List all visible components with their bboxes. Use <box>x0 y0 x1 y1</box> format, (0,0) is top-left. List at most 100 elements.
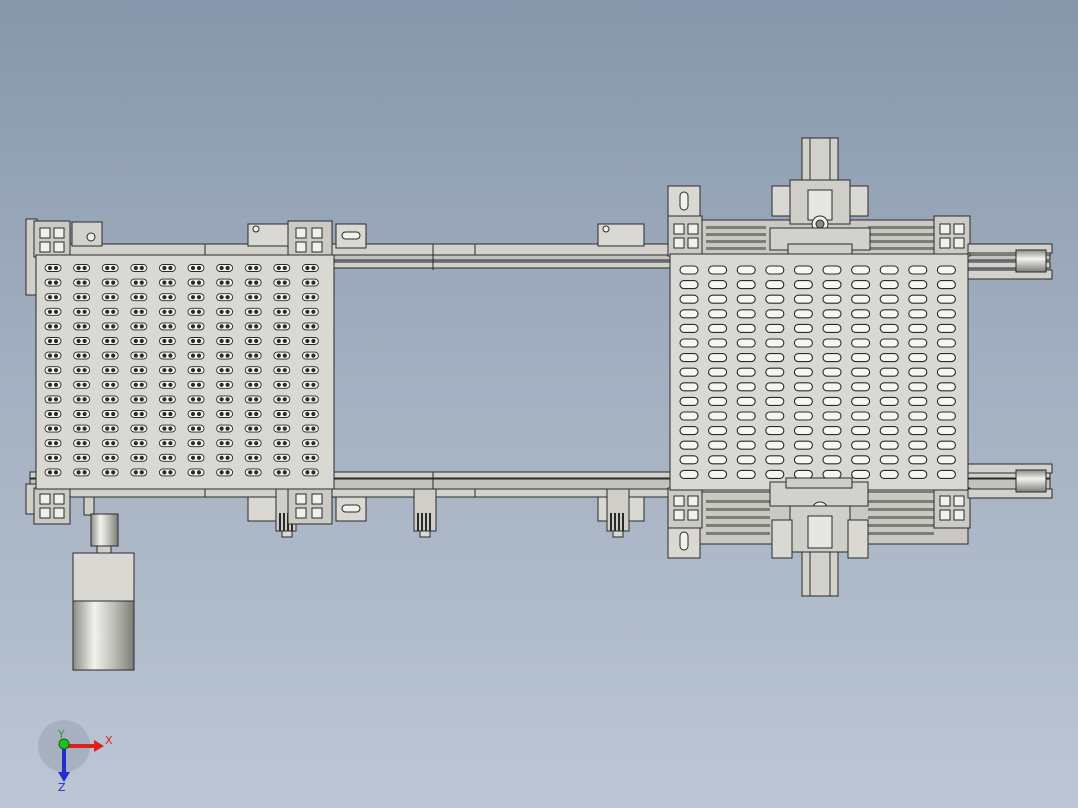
right-plate-slot <box>908 265 928 275</box>
left-plate-hole <box>130 439 148 448</box>
left-plate-hole <box>273 264 291 272</box>
right-plate-slot <box>851 382 871 392</box>
right-plate-slot <box>851 280 871 290</box>
right-plate-slot <box>908 411 928 421</box>
right-plate-slot <box>851 426 871 436</box>
right-plate-slot <box>708 294 728 304</box>
right-plate-slot <box>765 294 785 304</box>
right-plate-slot <box>765 367 785 377</box>
right-plate-slot <box>765 440 785 450</box>
left-plate-hole <box>44 453 62 462</box>
right-plate-slot <box>908 367 928 377</box>
left-plate-hole <box>101 424 119 433</box>
left-plate-hole <box>73 453 91 462</box>
right-plate-slot <box>879 469 899 479</box>
right-plate-slot <box>936 294 956 304</box>
right-plate-slot <box>822 280 842 290</box>
left-plate-hole <box>301 439 319 448</box>
left-plate-hole <box>187 468 205 477</box>
right-plate-slot <box>936 382 956 392</box>
conveyor-assembly <box>25 137 1053 671</box>
z-axis-label: Z <box>58 781 66 794</box>
left-plate-hole <box>130 468 148 477</box>
left-plate-hole <box>187 322 205 331</box>
right-plate-slot <box>936 455 956 465</box>
right-plate-slot <box>679 469 699 479</box>
right-plate-slot <box>908 353 928 363</box>
left-plate-hole <box>301 307 319 316</box>
right-plate-slot <box>708 265 728 275</box>
left-plate-hole <box>216 380 234 389</box>
right-plate-slot <box>679 426 699 436</box>
right-plate-slot <box>793 323 813 333</box>
right-plate-slot <box>679 382 699 392</box>
right-plate-slot <box>679 338 699 348</box>
right-plate-slot <box>936 440 956 450</box>
left-plate-hole <box>73 410 91 418</box>
right-plate-slot <box>879 294 899 304</box>
right-plate-slot <box>879 353 899 363</box>
right-plate-slot <box>936 396 956 406</box>
left-plate-hole <box>301 278 319 287</box>
right-plate-slot <box>765 280 785 290</box>
left-plate-hole <box>44 439 62 448</box>
left-plate-hole <box>244 351 262 360</box>
left-plate-hole <box>101 351 119 360</box>
right-plate-slot <box>679 353 699 363</box>
left-plate-hole <box>273 410 291 418</box>
left-plate-hole <box>130 278 148 287</box>
left-plate-hole <box>273 380 291 389</box>
right-plate-slot <box>793 353 813 363</box>
left-plate-hole <box>244 395 262 404</box>
left-plate-hole <box>187 264 205 272</box>
right-plate-slot <box>708 309 728 319</box>
left-plate-hole <box>187 351 205 360</box>
right-plate-slot <box>679 396 699 406</box>
cad-viewport[interactable]: X Y Z <box>0 0 1078 808</box>
right-plate-slot <box>822 265 842 275</box>
left-plate-hole <box>244 278 262 287</box>
left-plate-hole <box>44 395 62 404</box>
left-plate-hole <box>101 307 119 316</box>
left-plate-hole <box>130 293 148 302</box>
right-plate-slot <box>736 411 756 421</box>
right-plate-slot <box>679 455 699 465</box>
left-plate-hole <box>73 322 91 331</box>
left-plate-hole <box>73 351 91 360</box>
left-plate-hole <box>244 439 262 448</box>
left-plate-hole <box>158 468 176 477</box>
right-plate-slot <box>679 309 699 319</box>
left-plate-hole <box>216 424 234 433</box>
left-plate-hole <box>301 366 319 375</box>
right-plate-slot <box>708 323 728 333</box>
right-plate-slot <box>908 396 928 406</box>
right-plate-slot <box>793 411 813 421</box>
right-plate-slot <box>736 294 756 304</box>
right-plate-slot <box>879 367 899 377</box>
right-plate-slot <box>708 440 728 450</box>
left-plate-hole <box>44 380 62 389</box>
left-plate-hole <box>130 395 148 404</box>
drive-motor <box>72 496 135 671</box>
right-plate-slot <box>851 455 871 465</box>
left-plate-hole <box>101 395 119 404</box>
left-plate-hole <box>301 264 319 272</box>
left-plate-hole <box>301 322 319 331</box>
left-plate-hole <box>73 337 91 345</box>
left-plate-hole <box>216 293 234 302</box>
right-plate-slot <box>879 426 899 436</box>
left-plate-hole <box>216 264 234 272</box>
left-plate-hole <box>273 453 291 462</box>
right-plate-slot <box>908 294 928 304</box>
right-plate-slot <box>936 469 956 479</box>
right-plate-slot <box>908 323 928 333</box>
left-plate-hole <box>158 293 176 302</box>
right-plate-slot <box>879 323 899 333</box>
right-plate-slot <box>708 367 728 377</box>
left-plate-hole <box>101 439 119 448</box>
left-plate-hole <box>130 366 148 375</box>
left-plate-hole <box>130 410 148 418</box>
left-plate-hole <box>44 366 62 375</box>
right-plate-slot <box>851 309 871 319</box>
left-plate-hole <box>216 366 234 375</box>
